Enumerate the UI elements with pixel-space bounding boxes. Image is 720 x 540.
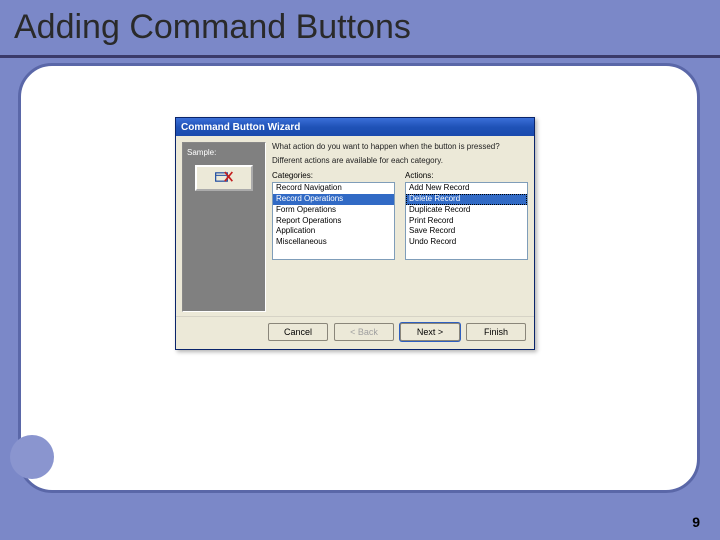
sample-pane: Sample: — [182, 142, 266, 312]
wizard-right-pane: What action do you want to happen when t… — [272, 142, 528, 312]
list-item[interactable]: Form Operations — [273, 205, 394, 216]
delete-record-icon — [214, 170, 234, 186]
sample-preview-button — [195, 165, 253, 191]
dialog-body: Sample: What action do you want to happe… — [176, 136, 534, 316]
list-item[interactable]: Report Operations — [273, 216, 394, 227]
list-item[interactable]: Record Operations — [273, 194, 394, 205]
categories-listbox[interactable]: Record NavigationRecord OperationsForm O… — [272, 182, 395, 260]
actions-column: Actions: Add New RecordDelete RecordDupl… — [405, 171, 528, 260]
dialog-title: Command Button Wizard — [181, 122, 300, 133]
slide-title: Adding Command Buttons — [14, 8, 411, 47]
list-item[interactable]: Duplicate Record — [406, 205, 527, 216]
list-item[interactable]: Miscellaneous — [273, 237, 394, 248]
list-item[interactable]: Add New Record — [406, 183, 527, 194]
wizard-prompt-2: Different actions are available for each… — [272, 156, 528, 166]
command-button-wizard-dialog: Command Button Wizard Sample: What actio… — [175, 117, 535, 350]
categories-label: Categories: — [272, 171, 395, 180]
sample-label: Sample: — [187, 148, 261, 157]
wizard-prompt-1: What action do you want to happen when t… — [272, 142, 528, 152]
list-item[interactable]: Undo Record — [406, 237, 527, 248]
back-button: < Back — [334, 323, 394, 341]
actions-listbox[interactable]: Add New RecordDelete RecordDuplicate Rec… — [405, 182, 528, 260]
title-divider — [0, 55, 720, 58]
lists-row: Categories: Record NavigationRecord Oper… — [272, 171, 528, 260]
next-button[interactable]: Next > — [400, 323, 460, 341]
accent-circle — [10, 435, 54, 479]
dialog-titlebar[interactable]: Command Button Wizard — [176, 118, 534, 136]
list-item[interactable]: Save Record — [406, 226, 527, 237]
cancel-button[interactable]: Cancel — [268, 323, 328, 341]
list-item[interactable]: Record Navigation — [273, 183, 394, 194]
categories-column: Categories: Record NavigationRecord Oper… — [272, 171, 395, 260]
list-item[interactable]: Print Record — [406, 216, 527, 227]
page-number: 9 — [692, 514, 700, 530]
list-item[interactable]: Delete Record — [406, 194, 527, 205]
actions-label: Actions: — [405, 171, 528, 180]
finish-button[interactable]: Finish — [466, 323, 526, 341]
wizard-button-row: Cancel < Back Next > Finish — [176, 316, 534, 349]
list-item[interactable]: Application — [273, 226, 394, 237]
